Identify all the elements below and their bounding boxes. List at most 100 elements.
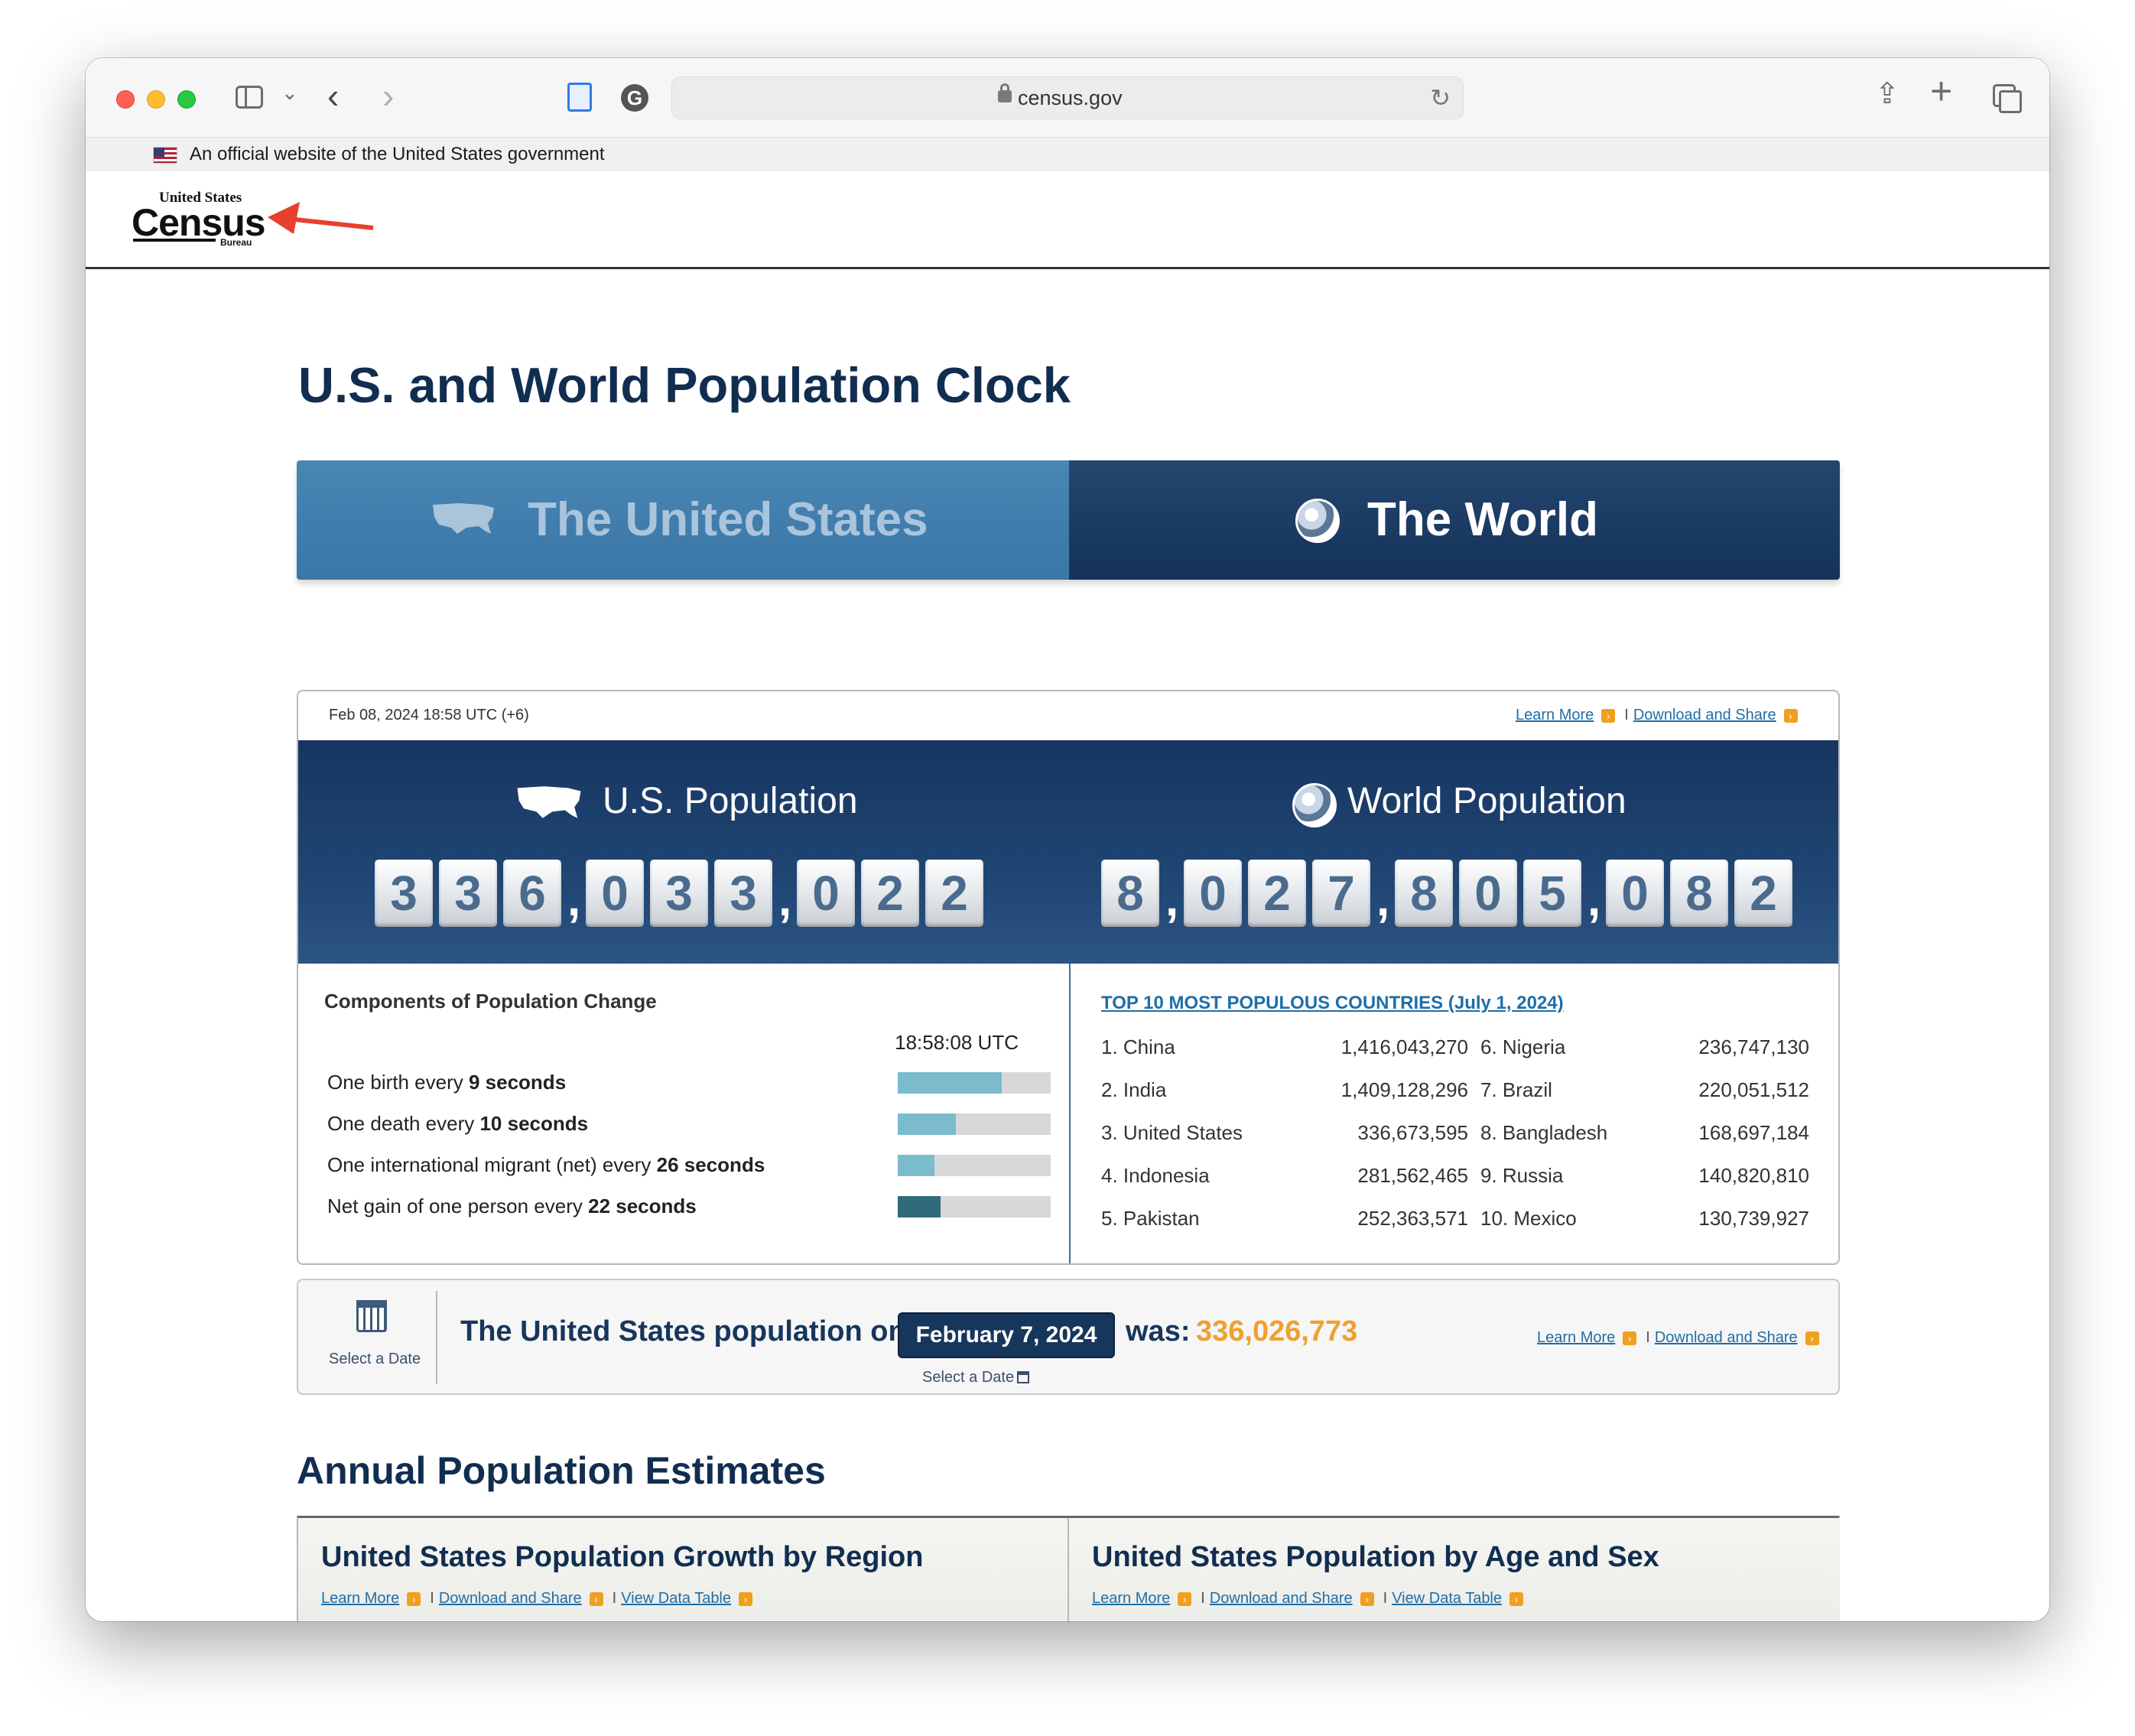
new-tab-icon[interactable]: + (1930, 69, 1952, 113)
country-row: 9. Russia 140,820,810 (1480, 1164, 1809, 1188)
view-data-table-link[interactable]: View Data Table (1392, 1590, 1502, 1607)
country-population: 336,673,595 (1357, 1121, 1468, 1144)
gov-banner: An official website of the United States… (86, 138, 2049, 171)
arrow-icon: › (1360, 1591, 1374, 1606)
annual-estimate-cards: United States Population Growth by Regio… (297, 1516, 1840, 1621)
component-row-deaths: One death every 10 seconds (327, 1112, 1051, 1136)
browser-window: ⌄ ‹ › G census.gov ↻ ⇪ + An official web… (86, 58, 2049, 1621)
link-separator: I (430, 1590, 434, 1607)
annual-estimates-title: Annual Population Estimates (297, 1449, 826, 1492)
region-tabs: The United States The World (297, 460, 1840, 580)
component-row-net-gain: Net gain of one person every 22 seconds (327, 1195, 1051, 1219)
arrow-icon: › (1805, 1331, 1819, 1345)
country-name: 6. Nigeria (1480, 1035, 1566, 1058)
card-header: United States Population by Age and Sex … (1069, 1518, 1840, 1621)
component-progress-bar (898, 1072, 1051, 1094)
view-data-table-link[interactable]: View Data Table (621, 1590, 731, 1607)
date-picker-button[interactable]: February 7, 2024 (898, 1312, 1115, 1358)
tab-label: The World (1367, 493, 1598, 546)
forward-button[interactable]: › (382, 75, 394, 116)
clock-links: Learn More › I Download and Share › (1516, 707, 1807, 724)
country-name: 5. Pakistan (1101, 1207, 1200, 1230)
zoom-window-button[interactable] (177, 90, 196, 109)
counter-comma: , (1587, 873, 1601, 926)
learn-more-link[interactable]: Learn More (1516, 707, 1594, 723)
reload-icon[interactable]: ↻ (1430, 83, 1451, 112)
card-header: United States Population Growth by Regio… (298, 1518, 1068, 1621)
download-share-link[interactable]: Download and Share (1655, 1329, 1798, 1346)
component-prefix: Net gain of one person every (327, 1195, 589, 1217)
tab-world[interactable]: The World (1069, 460, 1840, 580)
top-10-title-link[interactable]: TOP 10 MOST POPULOUS COUNTRIES (July 1, … (1101, 993, 1564, 1014)
download-share-link[interactable]: Download and Share (439, 1590, 582, 1607)
share-icon[interactable]: ⇪ (1875, 76, 1899, 111)
link-separator: I (612, 1590, 617, 1607)
counter-digit: 2 (1734, 860, 1792, 927)
counter-digit: 5 (1523, 860, 1581, 927)
link-separator: I (1383, 1590, 1388, 1607)
country-row: 4. Indonesia 281,562,465 (1101, 1164, 1468, 1188)
counter-comma: , (567, 873, 581, 926)
history-text: The United States population on (460, 1315, 906, 1348)
history-links: Learn More › I Download and Share › (1537, 1329, 1828, 1347)
sidebar-toggle-icon[interactable] (236, 86, 263, 109)
address-bar[interactable]: census.gov ↻ (671, 76, 1464, 119)
back-button[interactable]: ‹ (327, 75, 339, 116)
tab-united-states[interactable]: The United States (297, 460, 1069, 580)
us-flag-icon (153, 147, 177, 164)
calendar-icon (356, 1300, 387, 1332)
component-interval: 26 seconds (656, 1153, 765, 1176)
component-progress-fill (898, 1155, 934, 1176)
country-population: 168,697,184 (1698, 1121, 1809, 1144)
learn-more-link[interactable]: Learn More (321, 1590, 399, 1607)
download-share-link[interactable]: Download and Share (1633, 707, 1776, 723)
counter-digit: 2 (861, 860, 919, 927)
arrow-icon: › (1509, 1591, 1524, 1606)
arrow-icon: › (1783, 708, 1798, 723)
counter-digit: 7 (1312, 860, 1370, 927)
country-row: 5. Pakistan 252,363,571 (1101, 1207, 1468, 1231)
learn-more-link[interactable]: Learn More (1537, 1329, 1615, 1346)
grammarly-icon[interactable]: G (621, 84, 648, 112)
age-sex-card: United States Population by Age and Sex … (1069, 1518, 1840, 1621)
counter-digit: 6 (503, 860, 561, 927)
tab-overview-icon[interactable] (1993, 84, 2022, 113)
country-name: 7. Brazil (1480, 1078, 1552, 1101)
country-row: 10. Mexico 130,739,927 (1480, 1207, 1809, 1231)
select-date-link[interactable]: Select a Date (922, 1369, 1030, 1387)
chevron-down-icon[interactable]: ⌄ (281, 81, 298, 105)
counter-digit: 2 (1248, 860, 1306, 927)
learn-more-link[interactable]: Learn More (1092, 1590, 1170, 1607)
us-map-icon (433, 503, 494, 534)
link-separator: I (1624, 707, 1629, 723)
top-10-countries: TOP 10 MOST POPULOUS COUNTRIES (July 1, … (1071, 964, 1838, 1263)
world-population-counter: 8,027,805,082 (1101, 858, 1799, 927)
arrow-icon: › (1601, 708, 1616, 723)
page-icon[interactable] (567, 83, 592, 112)
country-population: 1,409,128,296 (1340, 1078, 1468, 1101)
country-name: 3. United States (1101, 1121, 1243, 1144)
site-header: United States Census Bureau (86, 171, 2049, 269)
logo-underline (133, 239, 216, 242)
world-population-title: World Population (1347, 781, 1626, 821)
census-logo[interactable]: United States Census Bureau (132, 188, 269, 249)
counter-digit: 0 (1184, 860, 1242, 927)
component-progress-fill (898, 1196, 941, 1217)
counter-digit: 8 (1101, 860, 1159, 927)
minimize-window-button[interactable] (147, 90, 165, 109)
counter-digit: 3 (439, 860, 497, 927)
select-date-box[interactable]: Select a Date (298, 1291, 437, 1384)
history-was-label: was: (1126, 1315, 1191, 1348)
page-title: U.S. and World Population Clock (298, 357, 1071, 413)
arrow-icon: › (1178, 1591, 1192, 1606)
close-window-button[interactable] (116, 90, 135, 109)
country-population: 130,739,927 (1698, 1207, 1809, 1230)
component-prefix: One international migrant (net) every (327, 1153, 657, 1176)
counter-digit: 2 (925, 860, 983, 927)
download-share-link[interactable]: Download and Share (1210, 1590, 1353, 1607)
country-row: 8. Bangladesh 168,697,184 (1480, 1121, 1809, 1146)
component-interval: 22 seconds (588, 1195, 697, 1217)
components-title: Components of Population Change (324, 990, 657, 1013)
arrow-icon: › (739, 1591, 753, 1606)
country-row: 2. India 1,409,128,296 (1101, 1078, 1468, 1103)
